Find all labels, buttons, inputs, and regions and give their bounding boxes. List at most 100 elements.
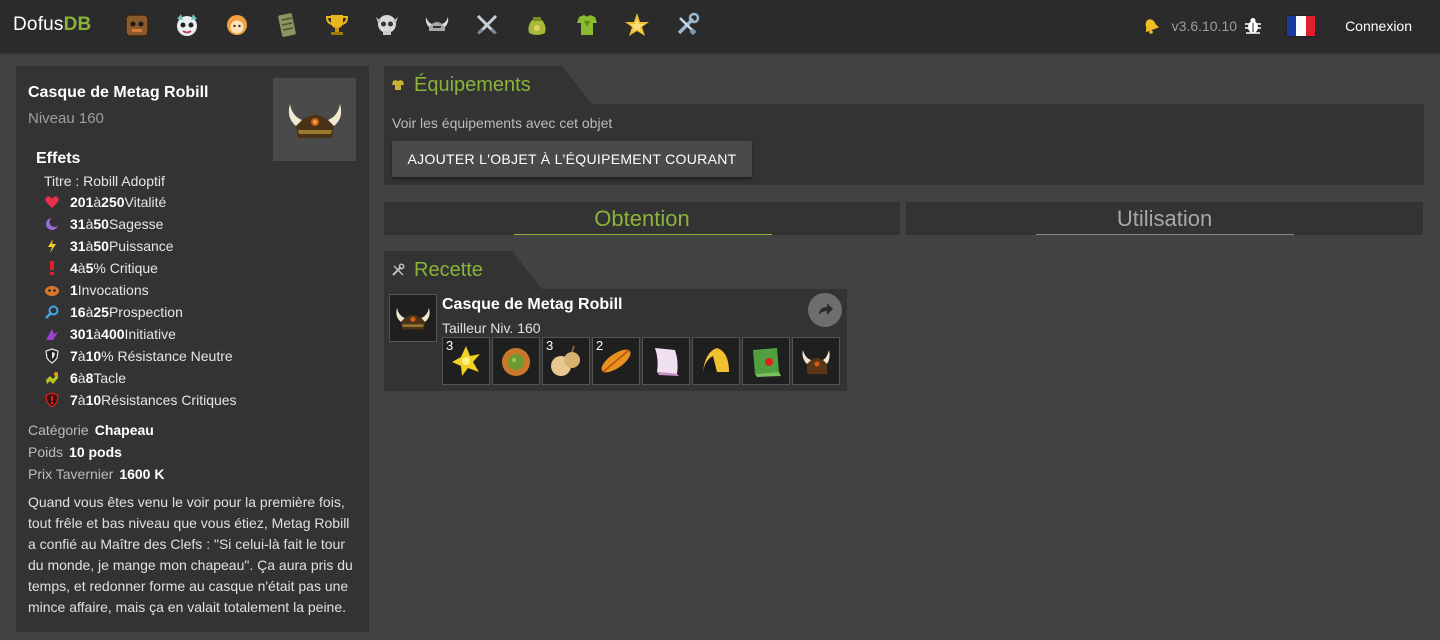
heart-icon <box>44 194 60 210</box>
item-level: Niveau 160 <box>28 110 104 127</box>
armor-icon[interactable] <box>572 10 602 40</box>
effect-max: 25 <box>93 304 109 320</box>
effect-title-bonus: Titre : Robill Adoptif <box>44 173 165 189</box>
ingredient-slot[interactable]: 3 <box>542 337 590 385</box>
effect-wisdom: 31 à 50 Sagesse <box>44 213 237 235</box>
horned-helmet-icon <box>288 103 341 138</box>
effect-min: 31 <box>70 216 86 232</box>
golden-hat-icon <box>703 348 729 372</box>
effect-strength: 31 à 50 Puissance <box>44 235 237 257</box>
trophy-icon[interactable] <box>322 10 352 40</box>
skull-icon[interactable] <box>372 10 402 40</box>
tab-obtention-label: Obtention <box>594 205 690 231</box>
effects-list: 201 à 250 Vitalité 31 à 50 Sagesse 31 à … <box>44 191 237 411</box>
tab-obtention[interactable]: Obtention <box>384 202 900 235</box>
effect-sep: à <box>85 238 94 254</box>
brand-logo[interactable]: DofusDB <box>13 14 91 36</box>
character-icon[interactable] <box>222 10 252 40</box>
equipment-section-body: Voir les équipements avec cet objet AJOU… <box>384 104 1424 185</box>
green-scroll-icon <box>753 348 781 377</box>
ingredient-slot[interactable] <box>492 337 540 385</box>
effects-title: Effets <box>36 150 81 167</box>
effect-max: 5 <box>85 260 94 276</box>
tools-icon[interactable] <box>672 10 702 40</box>
ingredients-list: 3 3 2 <box>442 337 842 385</box>
header-right-tools: v3.6.10.10 Connexion <box>1142 0 1440 52</box>
effect-min: 7 <box>70 348 78 364</box>
login-link[interactable]: Connexion <box>1345 18 1412 34</box>
scroll-icon[interactable] <box>272 10 302 40</box>
effect-initiative: 301 à 400 Initiative <box>44 323 237 345</box>
item-price: Prix Tavernier 1600 K <box>28 466 164 482</box>
ingredient-quantity: 3 <box>446 338 454 353</box>
effect-min: 201 <box>70 194 94 210</box>
effect-summons: 1 Invocations <box>44 279 237 301</box>
exclamation-icon <box>44 260 60 276</box>
tackle-icon <box>44 370 60 386</box>
ingredient-quantity: 3 <box>546 338 554 353</box>
effect-label: Invocations <box>77 282 149 298</box>
effect-label: Initiative <box>124 326 176 342</box>
item-name: Casque de Metag Robill <box>28 84 209 101</box>
recipe-job-level: Tailleur Niv. 160 <box>442 320 541 336</box>
effect-sep: à <box>77 392 86 408</box>
ingredient-slot[interactable]: 3 <box>442 337 490 385</box>
crossed-swords-icon[interactable] <box>472 10 502 40</box>
recipe-item-name[interactable]: Casque de Metag Robill <box>442 296 622 314</box>
chest-icon[interactable] <box>122 10 152 40</box>
magnifier-icon <box>44 304 60 320</box>
effect-neutral-resistance: 7 à 10% Résistance Neutre <box>44 345 237 367</box>
ingredient-slot[interactable] <box>642 337 690 385</box>
effect-max: 400 <box>101 326 125 342</box>
effect-sep: à <box>85 304 94 320</box>
horned-helmet-icon[interactable] <box>422 10 452 40</box>
effect-min: 31 <box>70 238 86 254</box>
effect-max: 10 <box>85 392 102 408</box>
bell-icon[interactable] <box>1142 17 1160 35</box>
effect-vitality: 201 à 250 Vitalité <box>44 191 237 213</box>
effect-label: Tacle <box>93 370 127 386</box>
star-icon[interactable] <box>622 10 652 40</box>
effect-tackle: 6 à 8 Tacle <box>44 367 237 389</box>
price-label: Prix Tavernier <box>28 466 114 482</box>
item-image <box>273 78 356 161</box>
brand-prefix: Dofus <box>13 14 64 35</box>
ingredient-slot[interactable] <box>792 337 840 385</box>
ingredient-slot[interactable]: 2 <box>592 337 640 385</box>
item-description: Quand vous êtes venu le voir pour la pre… <box>28 494 353 615</box>
ingredient-slot[interactable] <box>742 337 790 385</box>
effect-max: 8 <box>85 370 94 386</box>
effect-min: 301 <box>70 326 94 342</box>
item-weight: Poids 10 pods <box>28 444 122 460</box>
horned-helmet-icon <box>396 307 430 330</box>
recipe-item-image[interactable] <box>389 294 437 342</box>
effect-max: 50 <box>93 238 109 254</box>
initiative-icon <box>44 326 60 342</box>
recipe-section-title: Recette <box>414 258 483 281</box>
effect-min: 1 <box>70 282 78 298</box>
equipment-description: Voir les équipements avec cet objet <box>392 115 613 131</box>
effect-sep: à <box>77 348 86 364</box>
effect-label: Vitalité <box>124 194 167 210</box>
critical-shield-icon <box>44 392 60 408</box>
add-to-equipment-button[interactable]: AJOUTER L'OBJET À L'ÉQUIPEMENT COURANT <box>392 141 752 177</box>
lightning-icon <box>44 238 60 254</box>
arrow-link-icon <box>819 303 833 315</box>
weight-value: 10 pods <box>69 444 122 460</box>
equipment-section-header: Équipements <box>384 66 592 104</box>
tab-utilisation-label: Utilisation <box>1116 205 1213 231</box>
sack-icon[interactable] <box>522 10 552 40</box>
language-flag-fr[interactable] <box>1287 16 1316 36</box>
bestiary-icon[interactable] <box>172 10 202 40</box>
effect-sep: à <box>77 260 86 276</box>
round-bread-icon <box>502 348 530 376</box>
ingredient-quantity: 2 <box>596 338 604 353</box>
effect-min: 6 <box>70 370 78 386</box>
open-recipe-button[interactable] <box>808 293 842 327</box>
ingredient-slot[interactable] <box>692 337 740 385</box>
bug-report-icon[interactable] <box>1243 16 1263 36</box>
effect-critical-resistance: 7 à 10 Résistances Critiques <box>44 389 237 411</box>
item-category: Catégorie Chapeau <box>28 422 154 438</box>
tab-utilisation[interactable]: Utilisation <box>906 202 1423 235</box>
item-details-panel: Casque de Metag Robill Niveau 160 Effets… <box>16 66 369 632</box>
